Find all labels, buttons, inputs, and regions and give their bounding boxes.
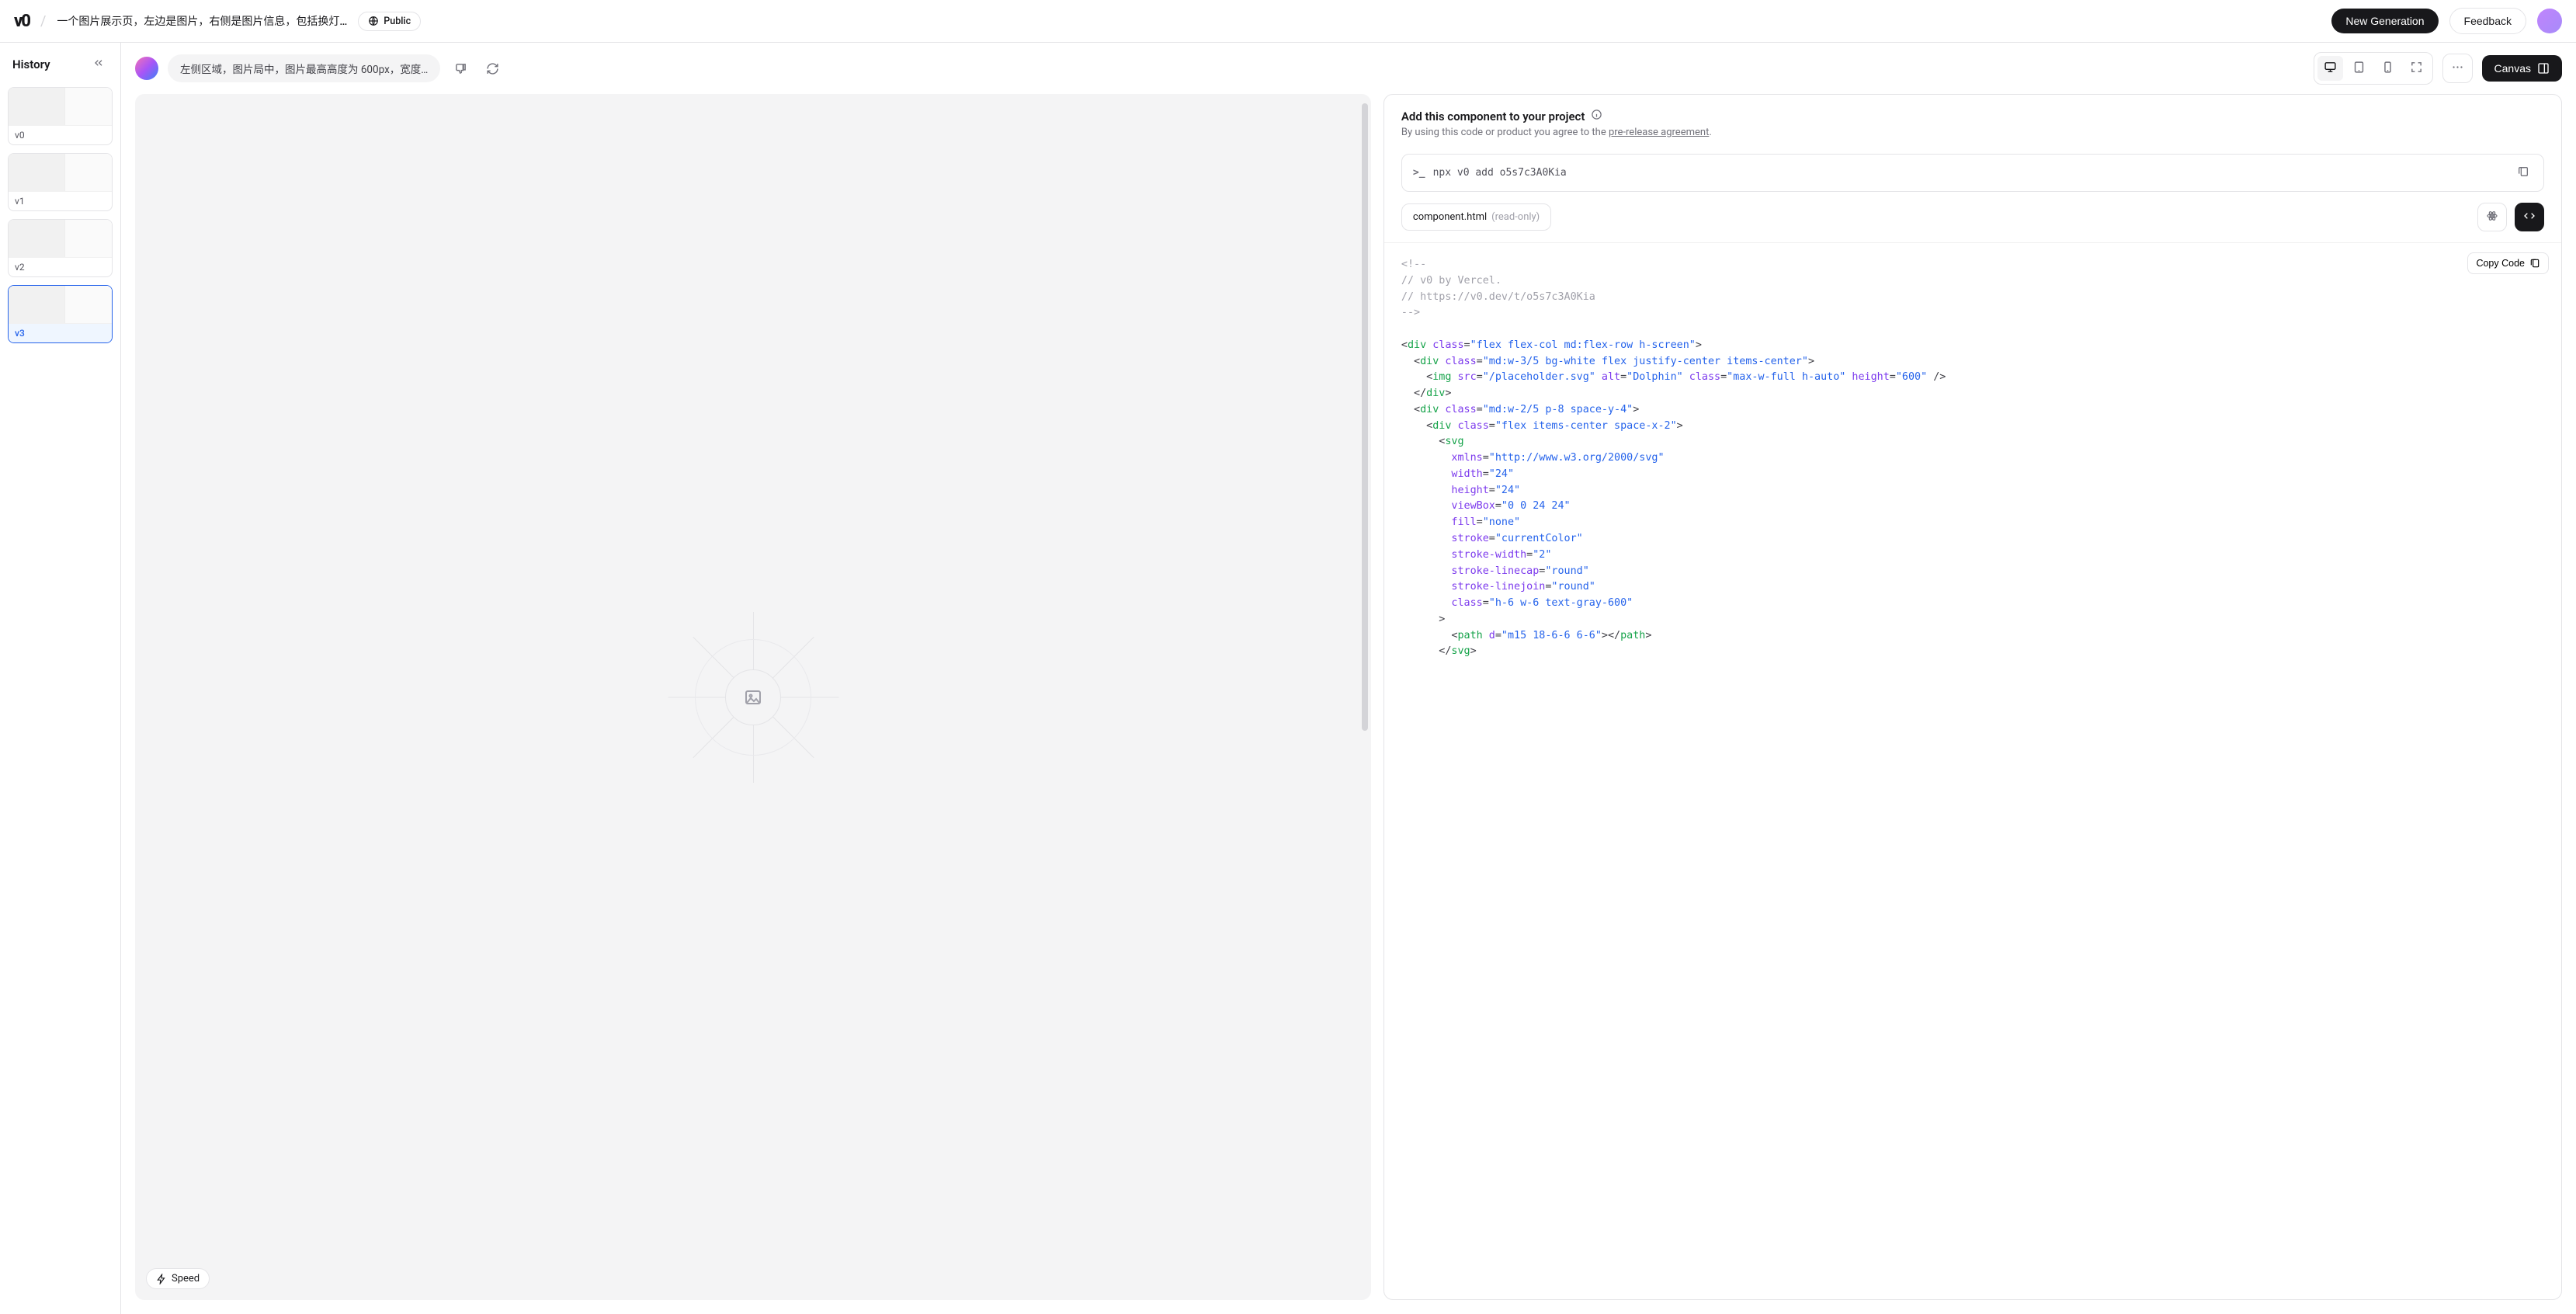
atom-icon: [2486, 210, 2498, 222]
clipboard-icon: [2529, 258, 2540, 269]
logo[interactable]: v0: [14, 12, 30, 31]
history-thumb: [9, 220, 112, 257]
code-subtitle: By using this code or product you agree …: [1401, 127, 2544, 138]
react-view-button[interactable]: [2477, 203, 2507, 231]
user-avatar[interactable]: [2537, 9, 2562, 33]
layout-icon: [2537, 62, 2550, 75]
copy-code-label: Copy Code: [2476, 258, 2525, 269]
speed-pill[interactable]: Speed: [146, 1268, 210, 1289]
new-generation-button[interactable]: New Generation: [2331, 9, 2438, 33]
dots-horizontal-icon: [2451, 61, 2464, 74]
globe-icon: [368, 16, 379, 26]
visibility-label: Public: [384, 16, 411, 27]
code-content: <!-- // v0 by Vercel. // https://v0.dev/…: [1384, 243, 2561, 691]
assistant-avatar: [135, 57, 158, 80]
file-actions: [2477, 203, 2544, 231]
regenerate-button[interactable]: [481, 57, 504, 80]
feedback-button[interactable]: Feedback: [2449, 8, 2526, 34]
history-item-v0[interactable]: v0: [8, 87, 113, 145]
sidebar-title: History: [12, 57, 50, 71]
code-panel: Add this component to your project By us…: [1383, 94, 2562, 1300]
code-title: Add this component to your project: [1401, 110, 1585, 123]
maximize-icon: [2410, 61, 2423, 74]
tablet-icon: [2352, 61, 2366, 74]
viewport-group: [2314, 52, 2433, 85]
history-sidebar: History v0 v1 v2 v3: [0, 43, 121, 1314]
code-view-button[interactable]: [2515, 203, 2544, 231]
sidebar-header: History: [8, 54, 113, 79]
project-title[interactable]: 一个图片展示页，左边是图片，右侧是图片信息，包括换灯…: [57, 13, 347, 29]
history-label: v2: [9, 257, 112, 276]
code-body[interactable]: Copy Code <!-- // v0 by Vercel. // https…: [1384, 242, 2561, 1299]
history-label: v1: [9, 191, 112, 210]
speed-label: Speed: [172, 1273, 200, 1284]
history-item-v1[interactable]: v1: [8, 153, 113, 211]
collapse-sidebar-button[interactable]: [89, 54, 108, 75]
more-button[interactable]: [2442, 54, 2473, 83]
clipboard-icon: [2517, 165, 2529, 178]
header-right: New Generation Feedback: [2331, 8, 2562, 34]
thumbs-down-icon: [454, 62, 467, 75]
breadcrumb-slash: /: [40, 13, 46, 30]
copy-code-button[interactable]: Copy Code: [2467, 252, 2549, 274]
loading-spinner: [668, 612, 838, 783]
history-thumb: [9, 154, 112, 191]
header-bar: v0 / 一个图片展示页，左边是图片，右侧是图片信息，包括换灯… Public …: [0, 0, 2576, 43]
header-left: v0 / 一个图片展示页，左边是图片，右侧是图片信息，包括换灯… Public: [14, 12, 421, 31]
canvas-label: Canvas: [2494, 62, 2531, 75]
code-icon: [2523, 210, 2536, 222]
code-subtitle-prefix: By using this code or product you agree …: [1401, 127, 1609, 138]
file-tab[interactable]: component.html (read-only): [1401, 203, 1551, 231]
file-readonly-label: (read-only): [1491, 211, 1540, 223]
viewport-mobile-button[interactable]: [2375, 56, 2401, 81]
copy-install-button[interactable]: [2514, 162, 2533, 183]
refresh-icon: [486, 62, 499, 75]
monitor-icon: [2324, 61, 2337, 74]
file-tab-row: component.html (read-only): [1401, 203, 2544, 231]
lightning-icon: [156, 1274, 167, 1284]
info-icon[interactable]: [1591, 109, 1602, 123]
history-item-v3[interactable]: v3: [8, 285, 113, 343]
history-thumb: [9, 88, 112, 125]
viewport-desktop-button[interactable]: [2317, 56, 2343, 81]
thumbs-down-button[interactable]: [450, 57, 472, 80]
file-name: component.html: [1413, 211, 1487, 223]
install-command-box[interactable]: >_ npx v0 add o5s7c3A0Kia: [1401, 154, 2544, 192]
visibility-pill[interactable]: Public: [358, 12, 421, 31]
prompt-pill[interactable]: 左侧区域，图片局中，图片最高高度为 600px，宽度…: [168, 54, 440, 82]
smartphone-icon: [2381, 61, 2394, 74]
main-area: 左侧区域，图片局中，图片最高高度为 600px，宽度… Canvas: [121, 43, 2576, 1314]
preview-panel: Speed: [135, 94, 1371, 1300]
history-label: v0: [9, 125, 112, 144]
install-command: npx v0 add o5s7c3A0Kia: [1433, 167, 2506, 179]
preview-scrollbar[interactable]: [1362, 103, 1368, 731]
history-item-v2[interactable]: v2: [8, 219, 113, 277]
code-header: Add this component to your project By us…: [1384, 95, 2561, 146]
history-label: v3: [9, 323, 112, 342]
pre-release-link[interactable]: pre-release agreement: [1609, 127, 1709, 138]
fullscreen-button[interactable]: [2404, 56, 2429, 81]
image-icon: [744, 688, 762, 707]
history-thumb: [9, 286, 112, 323]
canvas-button[interactable]: Canvas: [2482, 55, 2562, 82]
toolbar: 左侧区域，图片局中，图片最高高度为 600px，宽度… Canvas: [121, 43, 2576, 94]
workspace: Speed Add this component to your project…: [121, 94, 2576, 1314]
chevrons-left-icon: [92, 57, 105, 69]
terminal-icon: >_: [1413, 167, 1425, 179]
viewport-tablet-button[interactable]: [2346, 56, 2372, 81]
